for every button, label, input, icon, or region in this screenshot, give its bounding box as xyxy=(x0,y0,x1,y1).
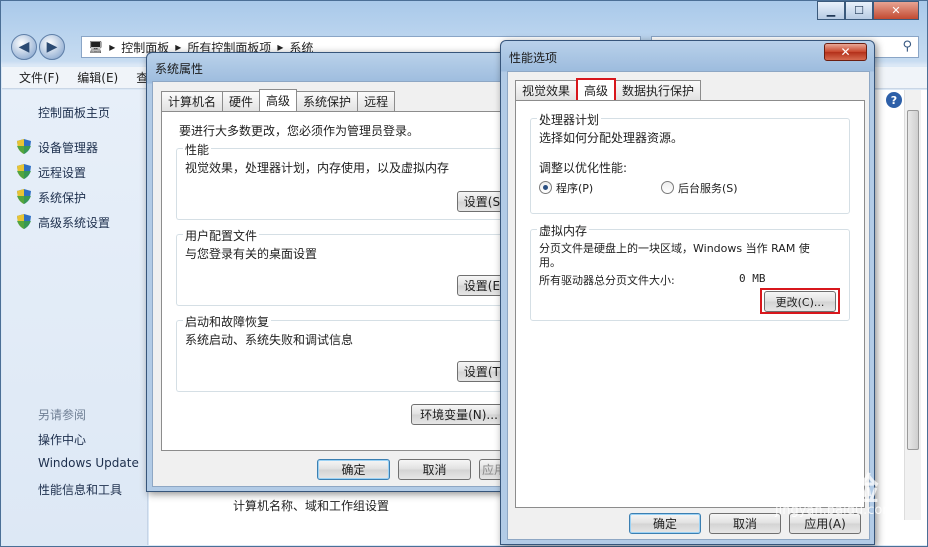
computer-icon: 🖥 xyxy=(88,40,104,54)
menu-edit[interactable]: 编辑(E) xyxy=(77,69,118,86)
tab-remote[interactable]: 远程 xyxy=(357,91,396,111)
tab-advanced[interactable]: 高级 xyxy=(576,78,617,100)
dialog-title: 性能选项 xyxy=(509,51,558,65)
cancel-button[interactable]: 取消 xyxy=(398,459,471,480)
paging-file-total-label: 所有驱动器总分页文件大小: xyxy=(539,274,675,287)
background-services-radio[interactable] xyxy=(661,181,674,194)
performance-group: 性能 视觉效果，处理器计划，内存使用，以及虚拟内存 设置(S)... xyxy=(176,141,523,220)
environment-variables-button[interactable]: 环境变量(N)... xyxy=(411,404,507,425)
tab-strip: 计算机名 硬件 高级 系统保护 远程 xyxy=(161,89,396,111)
processor-scheduling-description: 选择如何分配处理器资源。 xyxy=(539,131,684,145)
tab-system-protection[interactable]: 系统保护 xyxy=(296,91,359,111)
advanced-system-settings-link[interactable]: 高级系统设置 xyxy=(38,214,110,231)
tab-strip: 视觉效果 高级 数据执行保护 xyxy=(515,78,702,100)
dialog-body: 计算机名 硬件 高级 系统保护 远程 要进行大多数更改，您必须作为管理员登录。 … xyxy=(152,81,523,487)
windows-update-link[interactable]: Windows Update xyxy=(38,456,139,470)
system-protection-link[interactable]: 系统保护 xyxy=(38,189,86,206)
ok-button[interactable]: 确定 xyxy=(317,459,390,480)
user-profiles-group: 用户配置文件 与您登录有关的桌面设置 设置(E)... xyxy=(176,227,523,306)
processor-scheduling-label: 处理器计划 xyxy=(537,111,602,128)
computer-name-section-label: 计算机名称、域和工作组设置 xyxy=(233,499,390,513)
tab-computer-name[interactable]: 计算机名 xyxy=(161,91,224,111)
forward-button[interactable]: ▶ xyxy=(39,34,65,60)
breadcrumb-sep-icon: ▸ xyxy=(109,40,116,54)
user-profiles-label: 用户配置文件 xyxy=(183,227,260,244)
programs-radio[interactable] xyxy=(539,181,552,194)
help-icon[interactable]: ? xyxy=(886,92,902,108)
system-properties-dialog: 系统属性 计算机名 硬件 高级 系统保护 远程 要进行大多数更改，您必须作为管理… xyxy=(146,52,523,492)
optimize-label: 调整以优化性能: xyxy=(539,161,628,175)
performance-info-link[interactable]: 性能信息和工具 xyxy=(38,481,122,498)
virtual-memory-label: 虚拟内存 xyxy=(537,222,590,239)
startup-recovery-group: 启动和故障恢复 系统启动、系统失败和调试信息 设置(T)... xyxy=(176,313,523,392)
background-services-radio-label[interactable]: 后台服务(S) xyxy=(678,180,738,196)
menu-file[interactable]: 文件(F) xyxy=(19,69,59,86)
advanced-tab-panel: 要进行大多数更改，您必须作为管理员登录。 性能 视觉效果，处理器计划，内存使用，… xyxy=(161,111,523,451)
dialog-title: 系统属性 xyxy=(155,62,204,76)
user-profiles-description: 与您登录有关的桌面设置 xyxy=(185,247,318,261)
watermark-logo: Baidu经验 xyxy=(706,470,880,508)
programs-radio-label[interactable]: 程序(P) xyxy=(556,180,593,196)
scrollbar-thumb[interactable] xyxy=(907,110,919,450)
control-panel-home-link[interactable]: 控制面板主页 xyxy=(38,104,110,121)
shield-icon xyxy=(17,164,31,179)
window-caption-buttons: ▁ ☐ ✕ xyxy=(817,1,919,20)
close-icon[interactable]: ✕ xyxy=(824,43,867,61)
tab-advanced[interactable]: 高级 xyxy=(259,89,298,111)
advanced-tab-panel: 处理器计划 选择如何分配处理器资源。 调整以优化性能: 程序(P) 后台服务(S… xyxy=(515,100,865,508)
startup-recovery-label: 启动和故障恢复 xyxy=(183,313,272,330)
back-button[interactable]: ◀ xyxy=(11,34,37,60)
ok-button[interactable]: 确定 xyxy=(629,513,701,534)
tab-data-execution-prevention[interactable]: 数据执行保护 xyxy=(615,80,702,100)
watermark-url: jingyan.baidu.com xyxy=(775,503,895,518)
virtual-memory-description: 分页文件是硬盘上的一块区域，Windows 当作 RAM 使 xyxy=(539,242,810,255)
tab-visual-effects[interactable]: 视觉效果 xyxy=(515,80,578,100)
device-manager-link[interactable]: 设备管理器 xyxy=(38,139,98,156)
change-virtual-memory-button[interactable]: 更改(C)... xyxy=(764,291,836,312)
virtual-memory-description-cont: 用。 xyxy=(539,256,561,269)
minimize-button[interactable]: ▁ xyxy=(817,1,845,20)
search-icon: ⚲ xyxy=(902,39,912,54)
action-center-link[interactable]: 操作中心 xyxy=(38,431,86,448)
maximize-button[interactable]: ☐ xyxy=(845,1,873,20)
paging-file-total-value: 0 MB xyxy=(739,272,766,285)
virtual-memory-group: 虚拟内存 分页文件是硬盘上的一块区域，Windows 当作 RAM 使 用。 所… xyxy=(530,222,850,321)
shield-icon xyxy=(17,214,31,229)
shield-icon xyxy=(17,139,31,154)
shield-icon xyxy=(17,189,31,204)
cancel-button[interactable]: 取消 xyxy=(709,513,781,534)
left-pane: 控制面板主页 设备管理器 远程设置 系统保护 高级系统设置 另请参阅 操作中心 … xyxy=(2,90,148,545)
close-button[interactable]: ✕ xyxy=(873,1,919,20)
processor-scheduling-group: 处理器计划 选择如何分配处理器资源。 调整以优化性能: 程序(P) 后台服务(S… xyxy=(530,111,850,214)
tab-hardware[interactable]: 硬件 xyxy=(222,91,261,111)
remote-settings-link[interactable]: 远程设置 xyxy=(38,164,86,181)
see-also-heading: 另请参阅 xyxy=(38,408,87,422)
vertical-scrollbar[interactable] xyxy=(904,90,921,520)
performance-description: 视觉效果，处理器计划，内存使用，以及虚拟内存 xyxy=(185,161,450,175)
admin-note: 要进行大多数更改，您必须作为管理员登录。 xyxy=(179,124,420,138)
startup-recovery-description: 系统启动、系统失败和调试信息 xyxy=(185,333,354,347)
performance-label: 性能 xyxy=(183,141,212,158)
